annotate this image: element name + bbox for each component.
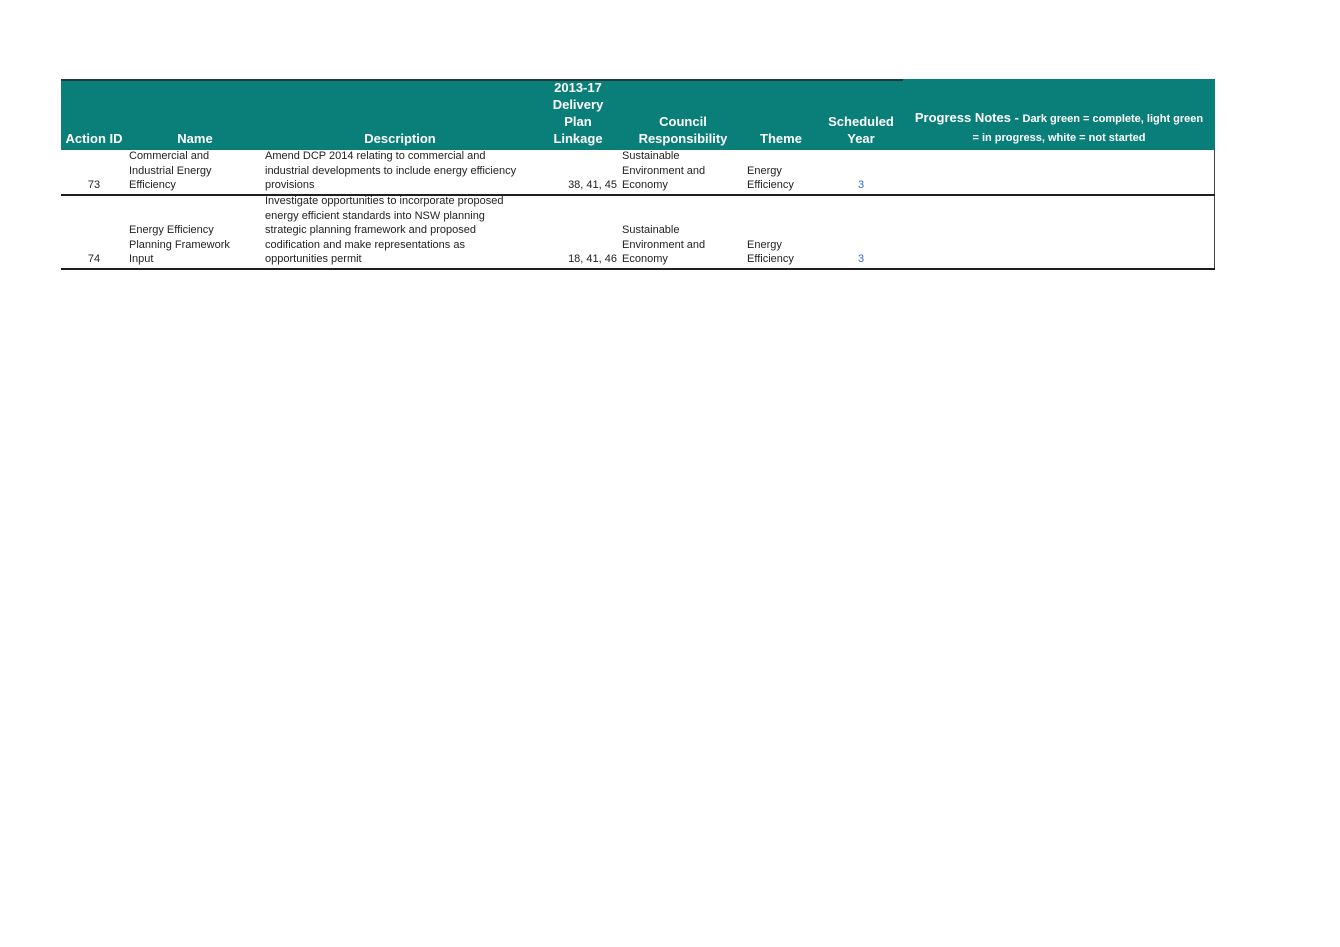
scheduled-year-cell: 3 — [857, 179, 865, 192]
progress-notes-cell[interactable] — [903, 150, 1215, 194]
header-progress-notes: Progress Notes - Dark green = complete, … — [903, 109, 1215, 147]
header-theme: Theme — [760, 131, 802, 146]
header-notes-title: Progress Notes - — [914, 110, 1023, 125]
theme-cell: Energy Efficiency — [747, 238, 794, 266]
responsibility-cell: Sustainable Environment and Economy — [622, 224, 706, 266]
header-scheduled-year: Scheduled Year — [828, 114, 894, 146]
description-cell: Investigate opportunities to incorporate… — [265, 195, 504, 266]
table-header: Action ID Name Description 2013-17 Deliv… — [61, 79, 1215, 150]
progress-notes-cell[interactable] — [903, 196, 1215, 268]
responsibility-cell: Sustainable Environment and Economy — [622, 150, 706, 192]
scheduled-year-cell: 3 — [857, 253, 865, 266]
linkage-cell: 38, 41, 45 — [568, 179, 617, 192]
theme-cell: Energy Efficiency — [747, 164, 794, 192]
table-row: 73 Commercial and Industrial Energy Effi… — [61, 150, 1215, 196]
header-linkage: 2013-17 Delivery Plan Linkage — [552, 80, 604, 146]
table-row: 74 Energy Efficiency Planning Framework … — [61, 195, 1215, 270]
action-plan-table: Action ID Name Description 2013-17 Deliv… — [61, 79, 1215, 270]
header-description: Description — [364, 131, 436, 146]
header-name: Name — [177, 131, 213, 146]
action-id-cell: 74 — [87, 253, 101, 266]
header-responsibility: Council Responsibility — [638, 114, 728, 146]
linkage-cell: 18, 41, 46 — [568, 253, 617, 266]
description-cell: Amend DCP 2014 relating to commercial an… — [265, 150, 517, 192]
name-cell: Commercial and Industrial Energy Efficie… — [129, 150, 212, 192]
action-id-cell: 73 — [87, 179, 101, 192]
header-action-id: Action ID — [65, 131, 123, 146]
name-cell: Energy Efficiency Planning Framework Inp… — [129, 224, 230, 266]
